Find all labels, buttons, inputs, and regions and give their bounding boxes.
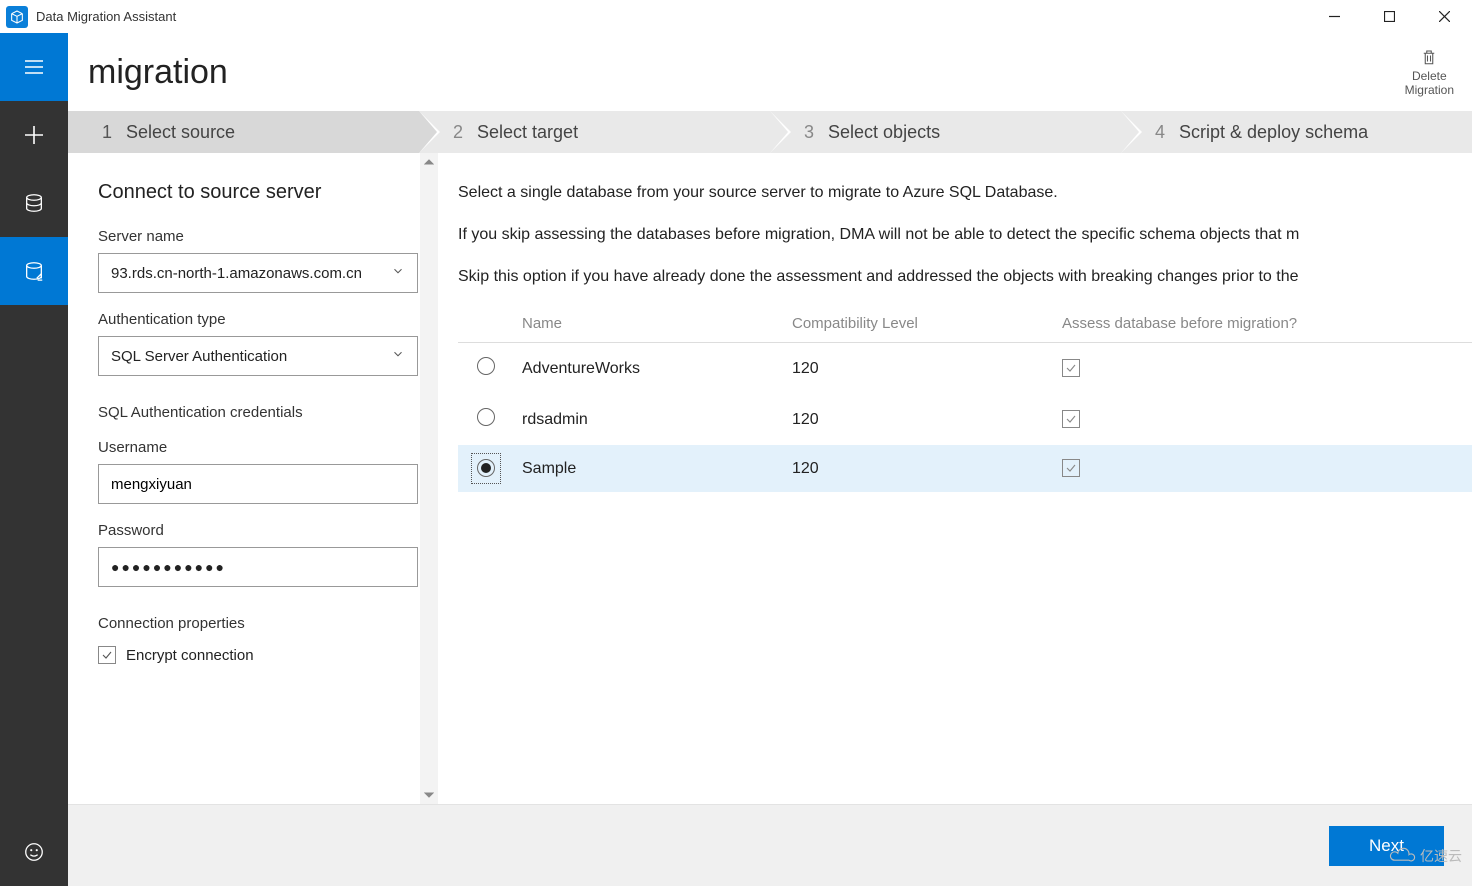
auth-type-select[interactable]: SQL Server Authentication: [98, 336, 418, 376]
db-compat-cell: 120: [784, 343, 1054, 395]
server-name-select[interactable]: 93.rds.cn-north-1.amazonaws.com.cn: [98, 253, 418, 293]
checkmark-icon: [1065, 413, 1077, 425]
db-compat-cell: 120: [784, 445, 1054, 492]
database-selection-pane: Select a single database from your sourc…: [438, 153, 1472, 804]
encrypt-connection-label: Encrypt connection: [126, 647, 254, 664]
scroll-up-icon[interactable]: [420, 153, 438, 171]
checkmark-icon: [101, 649, 113, 661]
chevron-down-icon: [391, 264, 405, 282]
password-input[interactable]: ●●●●●●●●●●●: [98, 547, 418, 587]
connect-source-heading: Connect to source server: [98, 181, 428, 204]
window-close-button[interactable]: [1417, 0, 1472, 33]
left-pane-scrollbar[interactable]: [420, 153, 438, 804]
step-label: Script & deploy schema: [1179, 122, 1368, 143]
window-controls: [1307, 0, 1472, 33]
assessment-icon[interactable]: [0, 169, 68, 237]
column-name-header: Name: [514, 307, 784, 343]
footer-bar: Next: [68, 804, 1472, 886]
column-assess-header: Assess database before migration?: [1054, 307, 1472, 343]
step-number: 1: [102, 122, 112, 143]
new-project-button[interactable]: [0, 101, 68, 169]
database-table: Name Compatibility Level Assess database…: [458, 307, 1472, 492]
step-select-objects[interactable]: 3 Select objects: [770, 111, 1121, 153]
app-logo-icon: [6, 6, 28, 28]
progress-stepper: 1 Select source 2 Select target 3 Select…: [68, 111, 1472, 153]
instruction-line: Skip this option if you have already don…: [458, 265, 1472, 289]
source-connection-pane: Connect to source server Server name 93.…: [68, 153, 438, 804]
db-radio[interactable]: [477, 357, 495, 375]
feedback-icon[interactable]: [0, 818, 68, 886]
db-name-cell: AdventureWorks: [514, 343, 784, 395]
checkmark-icon: [1065, 462, 1077, 474]
password-label: Password: [98, 522, 428, 539]
username-field[interactable]: [111, 476, 405, 493]
server-name-label: Server name: [98, 228, 428, 245]
step-number: 4: [1155, 122, 1165, 143]
page-title: migration: [88, 53, 228, 92]
assess-checkbox[interactable]: [1062, 410, 1080, 428]
left-rail: [0, 33, 68, 886]
assess-checkbox[interactable]: [1062, 359, 1080, 377]
username-label: Username: [98, 439, 428, 456]
connection-properties-heading: Connection properties: [98, 615, 428, 632]
delete-migration-label-2: Migration: [1405, 83, 1454, 97]
username-input[interactable]: [98, 464, 418, 504]
step-label: Select target: [477, 122, 578, 143]
window-minimize-button[interactable]: [1307, 0, 1362, 33]
db-name-cell: Sample: [514, 445, 784, 492]
table-row[interactable]: rdsadmin 120: [458, 394, 1472, 445]
db-name-cell: rdsadmin: [514, 394, 784, 445]
migration-icon[interactable]: [0, 237, 68, 305]
db-compat-cell: 120: [784, 394, 1054, 445]
step-script-deploy[interactable]: 4 Script & deploy schema: [1121, 111, 1472, 153]
window-maximize-button[interactable]: [1362, 0, 1417, 33]
auth-type-label: Authentication type: [98, 311, 428, 328]
step-select-target[interactable]: 2 Select target: [419, 111, 770, 153]
instruction-line: If you skip assessing the databases befo…: [458, 223, 1472, 247]
step-label: Select objects: [828, 122, 940, 143]
credentials-heading: SQL Authentication credentials: [98, 404, 428, 421]
table-row[interactable]: Sample 120: [458, 445, 1472, 492]
db-radio[interactable]: [477, 408, 495, 426]
hamburger-menu-button[interactable]: [0, 33, 68, 101]
auth-type-value: SQL Server Authentication: [111, 348, 287, 365]
title-bar: Data Migration Assistant: [0, 0, 1472, 33]
assess-checkbox[interactable]: [1062, 459, 1080, 477]
instruction-line: Select a single database from your sourc…: [458, 181, 1472, 205]
step-number: 2: [453, 122, 463, 143]
encrypt-connection-checkbox[interactable]: [98, 646, 116, 664]
scroll-down-icon[interactable]: [420, 786, 438, 804]
app-title: Data Migration Assistant: [36, 9, 176, 24]
step-label: Select source: [126, 122, 235, 143]
step-select-source[interactable]: 1 Select source: [68, 111, 419, 153]
table-row[interactable]: AdventureWorks 120: [458, 343, 1472, 395]
column-compat-header: Compatibility Level: [784, 307, 1054, 343]
password-masked: ●●●●●●●●●●●: [111, 559, 226, 575]
next-button[interactable]: Next: [1329, 826, 1444, 866]
step-number: 3: [804, 122, 814, 143]
server-name-value: 93.rds.cn-north-1.amazonaws.com.cn: [111, 265, 362, 282]
delete-migration-label-1: Delete: [1405, 69, 1454, 83]
delete-migration-button[interactable]: Delete Migration: [1405, 47, 1454, 97]
chevron-down-icon: [391, 347, 405, 365]
checkmark-icon: [1065, 362, 1077, 374]
db-radio[interactable]: [477, 459, 495, 477]
